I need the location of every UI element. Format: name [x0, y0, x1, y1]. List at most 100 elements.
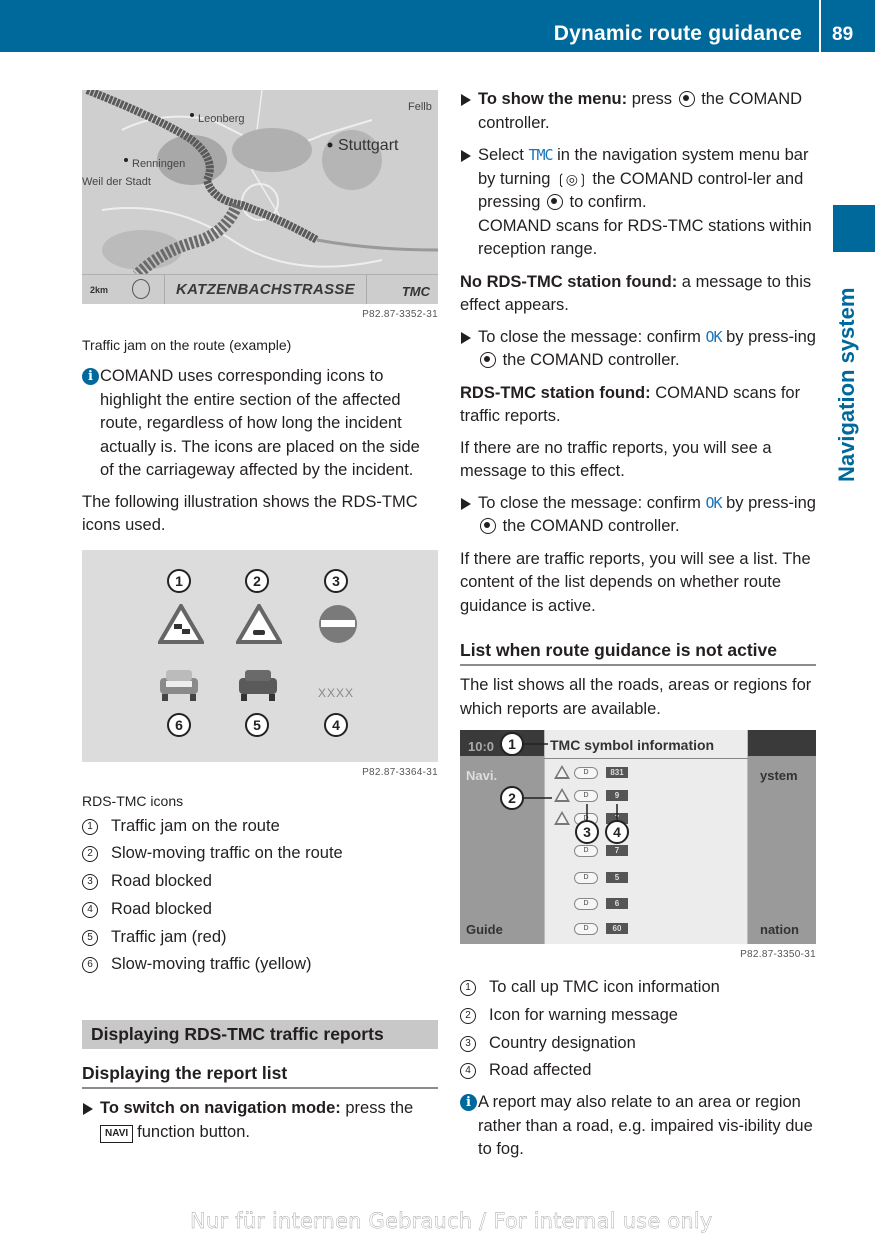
compass-icon: [132, 279, 150, 299]
step-text: To close the message: confirm: [478, 493, 706, 512]
map-label-city: Stuttgart: [338, 137, 399, 154]
status-separator: [366, 275, 367, 304]
paragraph: The list shows all the roads, areas or r…: [460, 676, 812, 718]
legend-text: Road blocked: [111, 899, 212, 918]
map-figure: Stuttgart Leonberg Renningen Weil der St…: [82, 90, 438, 304]
legend-number: 5: [82, 929, 98, 946]
instruction-step: Select TMC in the navigation system menu…: [460, 144, 816, 262]
section-heading: Displaying RDS-TMC traffic reports: [82, 1020, 438, 1050]
city-marker: [124, 158, 128, 162]
info-icon: i: [460, 1094, 477, 1112]
tmc-icons-figure: 1 2 3 XXXX 6 5 4: [82, 549, 438, 762]
legend-item: 4 Road blocked: [82, 896, 438, 924]
controller-turn-icon: ❲◎❳: [555, 170, 589, 187]
controller-press-icon: [480, 352, 496, 368]
page-number: 89: [832, 24, 854, 45]
tmc-menu-item: TMC: [528, 146, 553, 164]
step-arrow-icon: [83, 1103, 93, 1116]
legend-text: Country designation: [489, 1033, 636, 1052]
controller-press-icon: [480, 518, 496, 534]
map-area: [232, 128, 312, 172]
legend-item: 3 Country designation: [460, 1030, 816, 1058]
callout-number: 3: [324, 568, 348, 593]
callout-number: 2: [245, 568, 269, 593]
callout-number: 3: [575, 820, 599, 844]
ok-button-label: OK: [705, 493, 722, 512]
step-label: To show the menu:: [478, 90, 628, 108]
legend-number: 2: [460, 1007, 476, 1024]
step-result: COMAND scans for RDS-TMC stations within…: [478, 216, 812, 259]
left-column: Stuttgart Leonberg Renningen Weil der St…: [82, 90, 438, 1153]
controller-press-icon: [546, 194, 563, 210]
paragraph: If there are traffic reports, you will s…: [460, 549, 811, 615]
legend-text: Slow-moving traffic on the route: [111, 844, 343, 863]
legend-text: Icon for warning message: [489, 1005, 678, 1024]
legend-text: Slow-moving traffic (yellow): [111, 955, 312, 974]
step-text: function button.: [137, 1122, 250, 1141]
callout-number: 4: [605, 820, 629, 844]
step-text: the COMAND controller.: [498, 351, 680, 369]
road-blocked-icon: [319, 604, 357, 643]
header-divider: [819, 0, 821, 52]
info-text: COMAND uses corresponding icons to highl…: [100, 367, 420, 479]
legend-number: 1: [460, 980, 476, 996]
instruction-step: To switch on navigation mode: press the …: [82, 1097, 438, 1144]
step-text: the COMAND controller.: [498, 517, 680, 535]
status-separator: [164, 275, 165, 304]
legend-item: 1 Traffic jam on the route: [82, 813, 438, 841]
step-label: To switch on navigation mode:: [100, 1099, 341, 1118]
step-arrow-icon: [461, 150, 471, 162]
current-street: KATZENBACHSTRASSE: [176, 281, 355, 298]
section-tab-label: Navigation system: [834, 287, 859, 482]
paragraph: No RDS-TMC station found: a message to t…: [460, 271, 816, 318]
instruction-step: To show the menu: press the COMAND contr…: [460, 88, 816, 135]
internal-use-watermark: Nur für internen Gebrauch / For internal…: [190, 1209, 713, 1233]
callout-number: 6: [167, 712, 191, 737]
map-status-bar: 2km KATZENBACHSTRASSE TMC: [82, 274, 438, 304]
page-header: Dynamic route guidance 89: [0, 0, 875, 52]
map-label-city: Leonberg: [198, 113, 245, 125]
instruction-step: To close the message: confirm OK by pres…: [460, 326, 816, 373]
callout-leader-lines: [524, 743, 618, 822]
legend-number: 6: [82, 957, 98, 974]
ok-button-label: OK: [705, 327, 722, 346]
subsection-heading: Displaying the report list: [82, 1061, 438, 1090]
legend-item: 1 To call up TMC icon information: [460, 974, 816, 1002]
info-icon: i: [82, 368, 99, 385]
step-text: Select: [478, 146, 529, 164]
legend-item: 2 Slow-moving traffic on the route: [82, 840, 438, 868]
map-label-city: Weil der Stadt: [82, 176, 151, 188]
step-text: to confirm.: [564, 193, 647, 211]
legend-text: Traffic jam on the route: [111, 816, 280, 835]
tmc-logo: TMC: [401, 284, 430, 299]
navi-button-icon: NAVI: [100, 1124, 134, 1143]
step-text: To close the message: confirm: [478, 327, 706, 346]
info-note: i A report may also relate to an area or…: [460, 1091, 816, 1162]
icon-legend: 1 Traffic jam on the route 2 Slow-moving t…: [82, 813, 438, 980]
callout-number: 2: [500, 786, 524, 810]
step-arrow-icon: [461, 331, 471, 344]
legend-item: 5 Traffic jam (red): [82, 924, 438, 952]
legend-item: 3 Road blocked: [82, 868, 438, 896]
legend-number: 2: [82, 846, 98, 863]
paragraph-label: RDS-TMC station found:: [460, 383, 651, 402]
legend-text: Road affected: [489, 1061, 592, 1080]
paragraph: The following illustration shows the RDS…: [82, 492, 418, 535]
traffic-jam-car-icon: [239, 669, 277, 701]
city-marker: [327, 142, 333, 148]
controller-press-icon: [678, 91, 695, 107]
step-text: press the: [340, 1099, 414, 1118]
legend-number: 3: [82, 874, 98, 891]
paragraph: If there are no traffic reports, you wil…: [460, 438, 772, 481]
figure-code: P82.87-3364-31: [362, 766, 438, 778]
callout-number: 5: [245, 712, 269, 737]
tmc-screen-figure: 10:0 Navi. Guide ystem nation TMC symbol…: [460, 730, 816, 944]
legend-number: 1: [82, 818, 98, 835]
legend-item: 4 Road affected: [460, 1057, 816, 1085]
callout-number: 4: [324, 712, 348, 737]
paragraph-label: No RDS-TMC station found:: [460, 272, 678, 291]
callout-number: 1: [167, 568, 191, 593]
legend-number: 4: [82, 901, 98, 918]
slow-traffic-warning-icon: [236, 603, 282, 644]
legend-text: Traffic jam (red): [111, 927, 227, 946]
